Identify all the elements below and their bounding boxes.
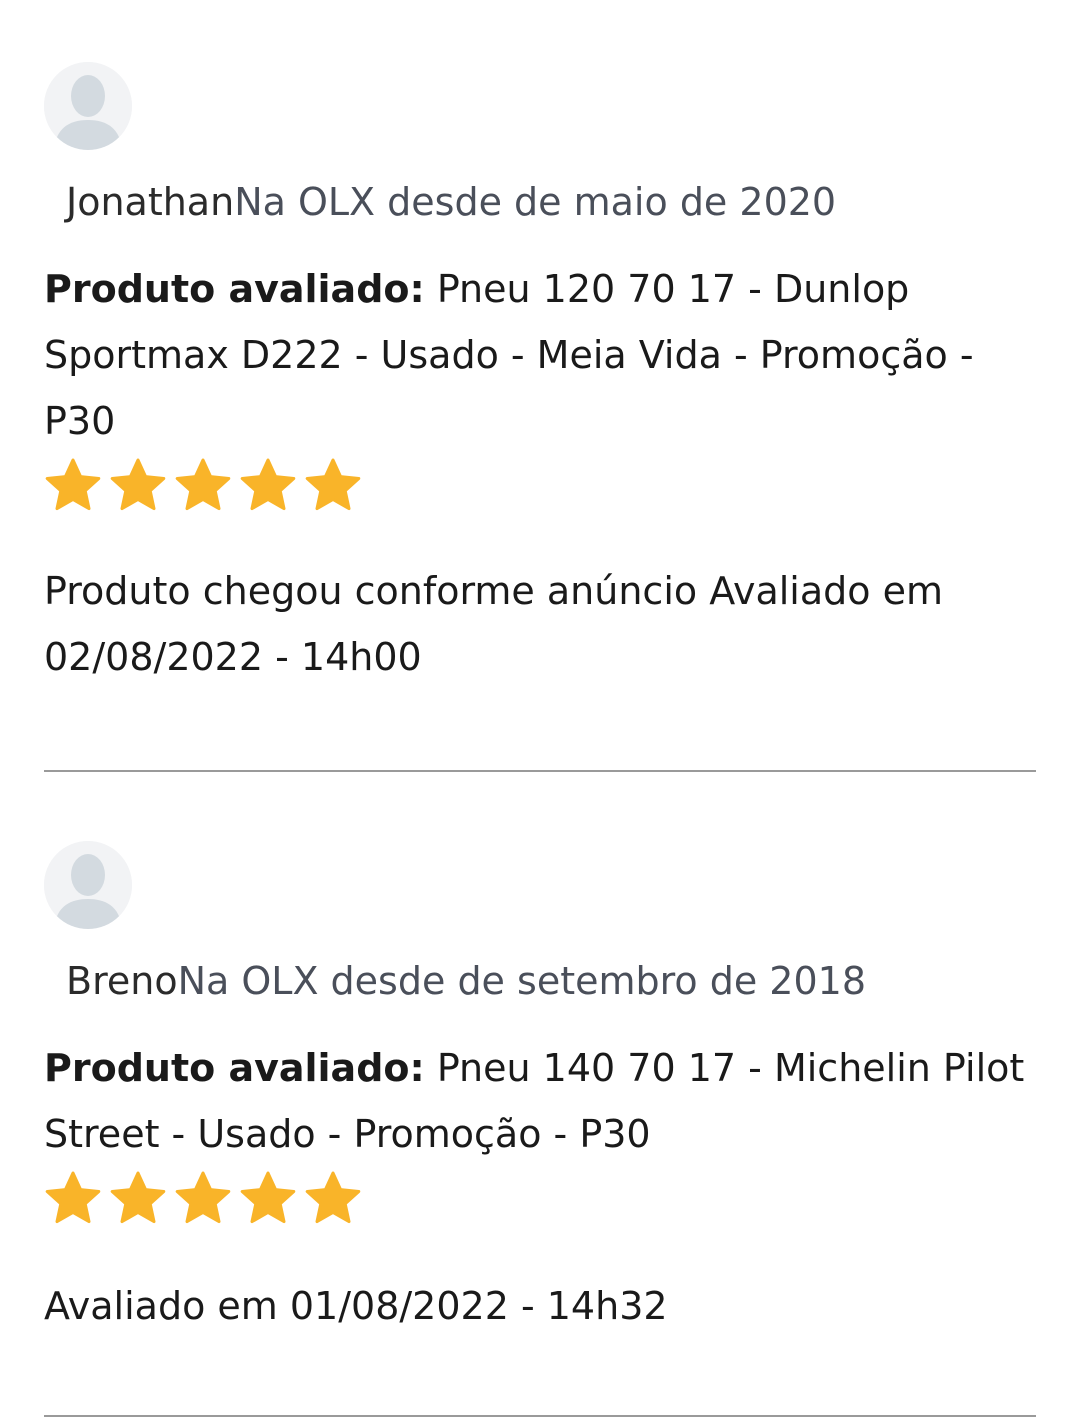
star-icon — [304, 1170, 362, 1228]
reviewer-line: BrenoNa OLX desde de setembro de 2018 — [44, 957, 1036, 1005]
member-since: Na OLX desde de setembro de 2018 — [177, 959, 867, 1003]
divider — [44, 770, 1036, 772]
star-icon — [239, 457, 297, 515]
product-label: Produto avaliado: — [44, 1046, 425, 1090]
reviewer-name[interactable]: Jonathan — [66, 180, 234, 224]
review-card: BrenoNa OLX desde de setembro de 2018 Pr… — [44, 841, 1036, 1339]
user-avatar-icon — [44, 841, 132, 929]
reviewer-name[interactable]: Breno — [66, 959, 178, 1003]
star-icon — [174, 457, 232, 515]
divider — [44, 1415, 1036, 1417]
reviewed-product: Produto avaliado: Pneu 120 70 17 - Dunlo… — [44, 256, 1036, 454]
star-icon — [174, 1170, 232, 1228]
reviewer-line: JonathanNa OLX desde de maio de 2020 — [44, 178, 1036, 226]
star-icon — [304, 457, 362, 515]
star-icon — [239, 1170, 297, 1228]
star-icon — [109, 1170, 167, 1228]
review-comment: Produto chegou conforme anúncio Avaliado… — [44, 569, 943, 679]
review-comment: Avaliado em 01/08/2022 - 14h32 — [44, 1284, 668, 1328]
star-rating — [44, 456, 1036, 516]
reviews-page: JonathanNa OLX desde de maio de 2020 Pro… — [0, 0, 1080, 1419]
star-rating — [44, 1169, 1036, 1229]
star-icon — [109, 457, 167, 515]
user-avatar-icon — [44, 62, 132, 150]
star-icon — [44, 1170, 102, 1228]
star-icon — [44, 457, 102, 515]
review-card: JonathanNa OLX desde de maio de 2020 Pro… — [44, 62, 1036, 690]
product-label: Produto avaliado: — [44, 267, 425, 311]
member-since: Na OLX desde de maio de 2020 — [234, 180, 837, 224]
reviewed-product: Produto avaliado: Pneu 140 70 17 - Miche… — [44, 1035, 1036, 1167]
